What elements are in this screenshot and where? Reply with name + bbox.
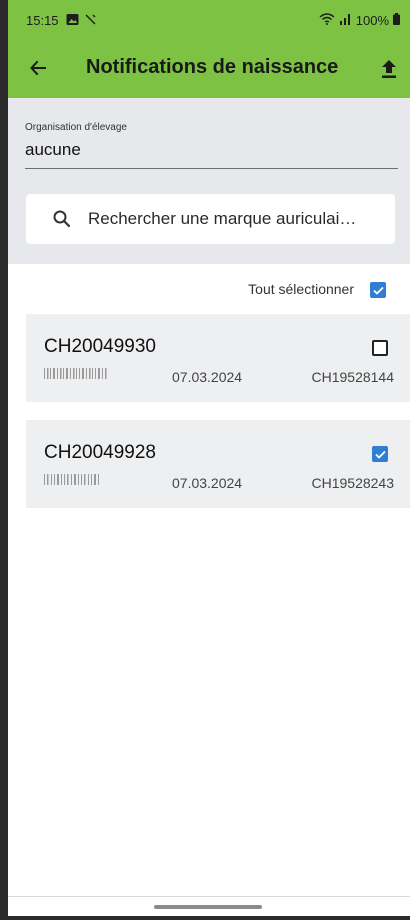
gallery-notification-icon (66, 13, 79, 29)
status-right: 100% (319, 13, 400, 28)
checkmark-icon (375, 450, 386, 459)
signal-icon (339, 13, 352, 28)
battery-level: 100% (355, 13, 389, 28)
barcode-thumbnail (44, 474, 99, 485)
gesture-handle[interactable] (154, 905, 262, 909)
wifi-icon (319, 13, 335, 28)
mother-ear-tag: CH19528243 (311, 475, 394, 491)
page-title: Notifications de naissance (86, 56, 339, 78)
upload-button[interactable] (372, 52, 406, 86)
ear-tag-number: CH20049928 (44, 442, 156, 463)
tools-notification-icon (84, 13, 97, 29)
ear-tag-number: CH20049930 (44, 336, 156, 357)
search-placeholder: Rechercher une marque auriculai… (88, 209, 357, 228)
select-all-label: Tout sélectionner (248, 281, 354, 297)
search-icon (52, 209, 72, 234)
row-checkbox[interactable] (372, 340, 388, 356)
app-header: 15:15 100% Notifications de naissance (8, 0, 410, 98)
mother-ear-tag: CH19528144 (311, 369, 394, 385)
navigation-bar-divider (8, 896, 410, 897)
checkmark-icon (373, 286, 384, 295)
app-screen: 15:15 100% Notifications de naissance Or… (8, 0, 410, 916)
status-bar: 15:15 100% (8, 0, 410, 40)
arrow-left-icon (30, 60, 46, 76)
organisation-field[interactable]: aucune (25, 140, 81, 160)
status-time: 15:15 (26, 13, 59, 28)
battery-icon (393, 13, 400, 28)
organisation-underline (25, 168, 398, 169)
toolbar: Notifications de naissance (8, 44, 410, 94)
back-button[interactable] (22, 52, 54, 84)
upload-icon (382, 60, 396, 78)
search-input[interactable]: Rechercher une marque auriculai… (26, 194, 395, 244)
barcode-thumbnail (44, 368, 107, 379)
notification-card[interactable]: CH20049928 07.03.2024 CH19528243 (26, 420, 410, 508)
organisation-label: Organisation d'élevage (25, 122, 127, 133)
select-all-checkbox[interactable] (370, 282, 386, 298)
notification-card[interactable]: CH20049930 07.03.2024 CH19528144 (26, 314, 410, 402)
birth-date: 07.03.2024 (172, 475, 243, 491)
birth-date: 07.03.2024 (172, 369, 243, 385)
row-checkbox[interactable] (372, 446, 388, 462)
